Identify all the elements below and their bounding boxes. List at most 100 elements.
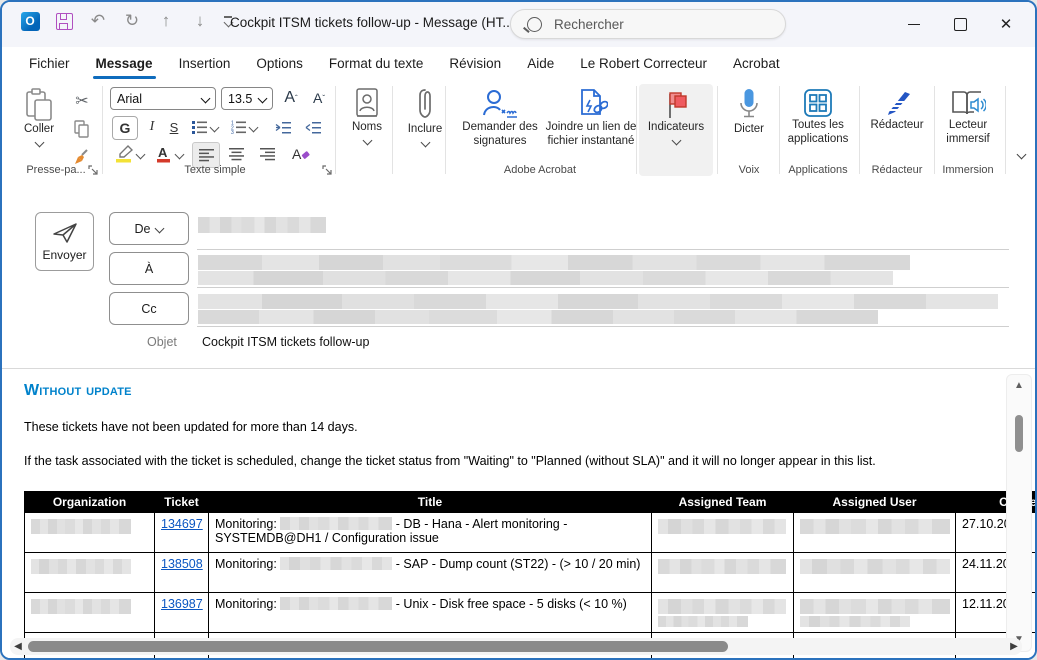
tab-format-du-texte[interactable]: Format du texte bbox=[316, 49, 437, 78]
shrink-font-button[interactable]: Aˇ bbox=[306, 86, 332, 110]
underline-button[interactable]: S bbox=[164, 116, 184, 138]
subject-value[interactable]: Cockpit ITSM tickets follow-up bbox=[202, 335, 369, 349]
paste-button[interactable]: Coller bbox=[24, 88, 54, 146]
highlighter-icon bbox=[115, 145, 133, 163]
col-ticket: Ticket bbox=[155, 492, 209, 513]
decrease-indent-button[interactable] bbox=[270, 116, 296, 138]
dictate-button[interactable]: Dicter bbox=[725, 88, 773, 136]
maximize-button[interactable] bbox=[937, 2, 983, 47]
immersive-reader-button[interactable]: Lecteur immersif bbox=[938, 88, 998, 147]
font-size-select[interactable]: 13.5 bbox=[221, 87, 273, 110]
increase-indent-button[interactable] bbox=[300, 116, 326, 138]
collapse-ribbon-button[interactable] bbox=[1009, 142, 1033, 166]
subject-divider bbox=[2, 368, 1035, 369]
col-assigned-team: Assigned Team bbox=[652, 492, 794, 513]
flags-button[interactable]: Indicateurs bbox=[642, 90, 710, 144]
paste-label: Coller bbox=[24, 122, 54, 136]
vertical-scroll-thumb[interactable] bbox=[1015, 415, 1023, 452]
tab-options[interactable]: Options bbox=[243, 49, 316, 78]
search-input[interactable]: Rechercher bbox=[510, 9, 786, 39]
tab-acrobat[interactable]: Acrobat bbox=[720, 49, 793, 78]
attach-instant-link-label: Joindre un lien de fichier instantané bbox=[532, 120, 650, 149]
body-paragraph-2: If the task associated with the ticket i… bbox=[24, 454, 876, 468]
align-center-button[interactable] bbox=[223, 142, 249, 166]
scissors-icon: ✂ bbox=[75, 91, 88, 111]
message-body[interactable]: Without update These tickets have not be… bbox=[2, 370, 1035, 660]
tab-revision[interactable]: Révision bbox=[436, 49, 514, 78]
tab-aide[interactable]: Aide bbox=[514, 49, 567, 78]
close-button[interactable]: ✕ bbox=[983, 2, 1029, 47]
bold-button[interactable]: G bbox=[112, 116, 138, 140]
copy-button[interactable] bbox=[70, 118, 94, 140]
chevron-down-icon bbox=[155, 224, 165, 234]
to-field-divider bbox=[197, 287, 1009, 288]
italic-button[interactable]: I bbox=[142, 116, 162, 138]
ticket-link[interactable]: 136987 bbox=[161, 597, 203, 611]
horizontal-scrollbar[interactable]: ◀ ▶ bbox=[10, 638, 1022, 655]
chevron-down-icon bbox=[671, 136, 681, 146]
chevron-down-icon bbox=[1016, 149, 1026, 159]
horizontal-scroll-thumb[interactable] bbox=[28, 641, 728, 652]
move-down-button[interactable]: ↓ bbox=[190, 11, 210, 31]
from-button[interactable]: De bbox=[109, 212, 189, 245]
text-dialog-launcher[interactable] bbox=[322, 165, 332, 175]
cc-button[interactable]: Cc bbox=[109, 292, 189, 325]
all-apps-button[interactable]: Toutes les applications bbox=[782, 88, 854, 147]
align-right-button[interactable] bbox=[254, 142, 280, 166]
bullets-button[interactable] bbox=[190, 116, 220, 138]
attach-instant-link-button[interactable]: Joindre un lien de fichier instantané bbox=[550, 88, 632, 149]
tab-insertion[interactable]: Insertion bbox=[166, 49, 244, 78]
editor-button[interactable]: Rédacteur bbox=[864, 88, 930, 132]
font-name-select[interactable]: Arial bbox=[110, 87, 216, 110]
cc-recipients-redacted bbox=[198, 310, 878, 324]
title-redacted bbox=[280, 597, 392, 610]
editor-label: Rédacteur bbox=[870, 118, 923, 132]
vertical-scrollbar[interactable]: ▲ ▼ bbox=[1006, 374, 1032, 652]
tab-message[interactable]: Message bbox=[83, 49, 166, 78]
immersive-reader-label: Lecteur immersif bbox=[936, 118, 1000, 147]
all-apps-label: Toutes les applications bbox=[780, 118, 856, 147]
scroll-left-icon[interactable]: ◀ bbox=[10, 641, 26, 652]
assigned-team-redacted bbox=[658, 616, 748, 627]
bullet-list-icon bbox=[192, 120, 207, 134]
assigned-team-redacted bbox=[658, 599, 786, 614]
table-header-row: Organization Ticket Title Assigned Team … bbox=[25, 492, 1036, 513]
undo-button[interactable]: ↶ bbox=[88, 11, 108, 31]
ribbon: Coller ✂ Presse-pa... Arial 13.5 bbox=[2, 80, 1035, 188]
title-redacted bbox=[280, 557, 392, 570]
scroll-up-icon[interactable]: ▲ bbox=[1007, 381, 1031, 391]
clipboard-dialog-launcher[interactable] bbox=[88, 165, 98, 175]
clear-formatting-button[interactable]: A bbox=[288, 142, 316, 166]
redo-button[interactable]: ↻ bbox=[122, 11, 142, 31]
window-controls: ✕ bbox=[891, 2, 1029, 47]
scroll-right-icon[interactable]: ▶ bbox=[1006, 641, 1022, 652]
underline-label: S bbox=[170, 120, 179, 135]
window-title: Cockpit ITSM tickets follow-up - Message… bbox=[230, 15, 514, 30]
clipboard-group-label: Presse-pa... bbox=[16, 164, 96, 176]
tab-fichier[interactable]: Fichier bbox=[16, 49, 83, 78]
svg-text:3: 3 bbox=[231, 130, 234, 134]
names-button[interactable]: Noms bbox=[345, 88, 389, 144]
grow-font-button[interactable]: Aˆ bbox=[278, 86, 304, 110]
ticket-link[interactable]: 138508 bbox=[161, 557, 203, 571]
assigned-user-redacted bbox=[800, 519, 950, 534]
increase-indent-icon bbox=[305, 121, 322, 134]
save-button[interactable] bbox=[54, 11, 74, 31]
cut-button[interactable]: ✂ bbox=[70, 90, 94, 112]
minimize-icon bbox=[908, 24, 920, 26]
move-up-button[interactable]: ↑ bbox=[156, 11, 176, 31]
highlight-color-button[interactable] bbox=[112, 142, 146, 166]
tab-le-robert-correcteur[interactable]: Le Robert Correcteur bbox=[567, 49, 720, 78]
body-paragraph-1: These tickets have not been updated for … bbox=[24, 420, 358, 434]
save-icon bbox=[56, 13, 73, 30]
paperclip-icon bbox=[416, 88, 434, 122]
chevron-down-icon bbox=[201, 94, 211, 104]
numbering-button[interactable]: 123 bbox=[228, 116, 260, 138]
attach-file-button[interactable]: Inclure bbox=[400, 88, 450, 146]
ticket-link[interactable]: 134697 bbox=[161, 517, 203, 531]
from-address-redacted bbox=[198, 217, 326, 233]
send-button[interactable]: Envoyer bbox=[35, 212, 94, 271]
font-color-button[interactable]: A bbox=[152, 142, 186, 166]
minimize-button[interactable] bbox=[891, 2, 937, 47]
to-button[interactable]: À bbox=[109, 252, 189, 285]
